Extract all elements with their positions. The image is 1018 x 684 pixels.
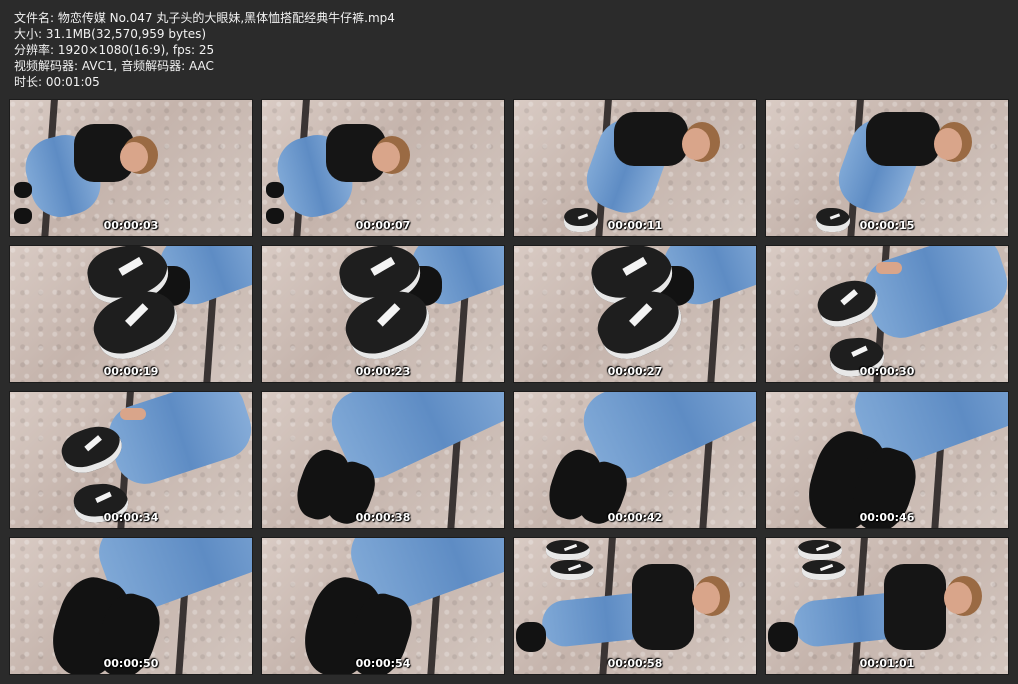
sneaker-figure bbox=[546, 540, 590, 560]
hand-figure bbox=[876, 262, 902, 274]
video-thumbnail[interactable]: 00:01:01 bbox=[766, 538, 1008, 674]
head-figure bbox=[934, 128, 962, 160]
thumbnail-timestamp: 00:00:58 bbox=[607, 657, 663, 670]
thumbnail-timestamp: 00:00:15 bbox=[859, 219, 915, 232]
head-figure bbox=[120, 142, 148, 172]
media-info-panel: 文件名: 物恋传媒 No.047 丸子头的大眼妹,黑体恤搭配经典牛仔裤.mp4 … bbox=[14, 10, 1004, 90]
video-thumbnail[interactable]: 00:00:42 bbox=[514, 392, 756, 528]
thumbnail-timestamp: 00:00:07 bbox=[355, 219, 411, 232]
sneaker-figure bbox=[550, 560, 594, 580]
shirt-figure bbox=[866, 112, 940, 166]
video-thumbnail[interactable]: 00:00:34 bbox=[10, 392, 252, 528]
sock-figure bbox=[768, 622, 798, 652]
file-name-text: 文件名: 物恋传媒 No.047 丸子头的大眼妹,黑体恤搭配经典牛仔裤.mp4 bbox=[14, 11, 395, 25]
sneaker-figure bbox=[802, 560, 846, 580]
thumbnail-timestamp: 00:00:50 bbox=[103, 657, 159, 670]
thumbnail-timestamp: 00:00:27 bbox=[607, 365, 663, 378]
video-thumbnail[interactable]: 00:00:38 bbox=[262, 392, 504, 528]
video-thumbnail[interactable]: 00:00:03 bbox=[10, 100, 252, 236]
video-thumbnail[interactable]: 00:00:54 bbox=[262, 538, 504, 674]
thumbnail-timestamp: 00:00:23 bbox=[355, 365, 411, 378]
head-figure bbox=[682, 128, 710, 160]
thumbnail-timestamp: 00:00:38 bbox=[355, 511, 411, 524]
video-thumbnail[interactable]: 00:00:46 bbox=[766, 392, 1008, 528]
video-thumbnail[interactable]: 00:00:11 bbox=[514, 100, 756, 236]
thumbnail-timestamp: 00:00:34 bbox=[103, 511, 159, 524]
head-figure bbox=[944, 582, 972, 614]
shirt-figure bbox=[632, 564, 694, 650]
video-thumbnail[interactable]: 00:00:30 bbox=[766, 246, 1008, 382]
sock-figure bbox=[266, 182, 284, 198]
duration-text: 时长: 00:01:05 bbox=[14, 75, 100, 89]
video-thumbnail[interactable]: 00:00:23 bbox=[262, 246, 504, 382]
thumbnail-timestamp: 00:00:42 bbox=[607, 511, 663, 524]
shirt-figure bbox=[884, 564, 946, 650]
hand-figure bbox=[120, 408, 146, 420]
video-thumbnail[interactable]: 00:00:19 bbox=[10, 246, 252, 382]
video-thumbnail[interactable]: 00:00:15 bbox=[766, 100, 1008, 236]
sock-figure bbox=[516, 622, 546, 652]
thumbnail-timestamp: 00:00:19 bbox=[103, 365, 159, 378]
video-thumbnail[interactable]: 00:00:07 bbox=[262, 100, 504, 236]
head-figure bbox=[692, 582, 720, 614]
codec-text: 视频解码器: AVC1, 音频解码器: AAC bbox=[14, 59, 214, 73]
thumbnail-timestamp: 00:01:01 bbox=[859, 657, 915, 670]
thumbnail-timestamp: 00:00:11 bbox=[607, 219, 663, 232]
thumbnail-timestamp: 00:00:30 bbox=[859, 365, 915, 378]
thumbnail-timestamp: 00:00:54 bbox=[355, 657, 411, 670]
sneaker-figure bbox=[798, 540, 842, 560]
shirt-figure bbox=[614, 112, 688, 166]
file-size-text: 大小: 31.1MB(32,570,959 bytes) bbox=[14, 27, 207, 41]
thumbnail-timestamp: 00:00:46 bbox=[859, 511, 915, 524]
video-thumbnail[interactable]: 00:00:58 bbox=[514, 538, 756, 674]
thumbnail-timestamp: 00:00:03 bbox=[103, 219, 159, 232]
video-thumbnail[interactable]: 00:00:27 bbox=[514, 246, 756, 382]
video-thumbnail[interactable]: 00:00:50 bbox=[10, 538, 252, 674]
head-figure bbox=[372, 142, 400, 172]
resolution-text: 分辨率: 1920×1080(16:9), fps: 25 bbox=[14, 43, 215, 57]
thumbnail-grid: 00:00:03 00:00:07 00:00:11 00:00:15 00:00:19… bbox=[10, 100, 1010, 676]
sock-figure bbox=[14, 182, 32, 198]
